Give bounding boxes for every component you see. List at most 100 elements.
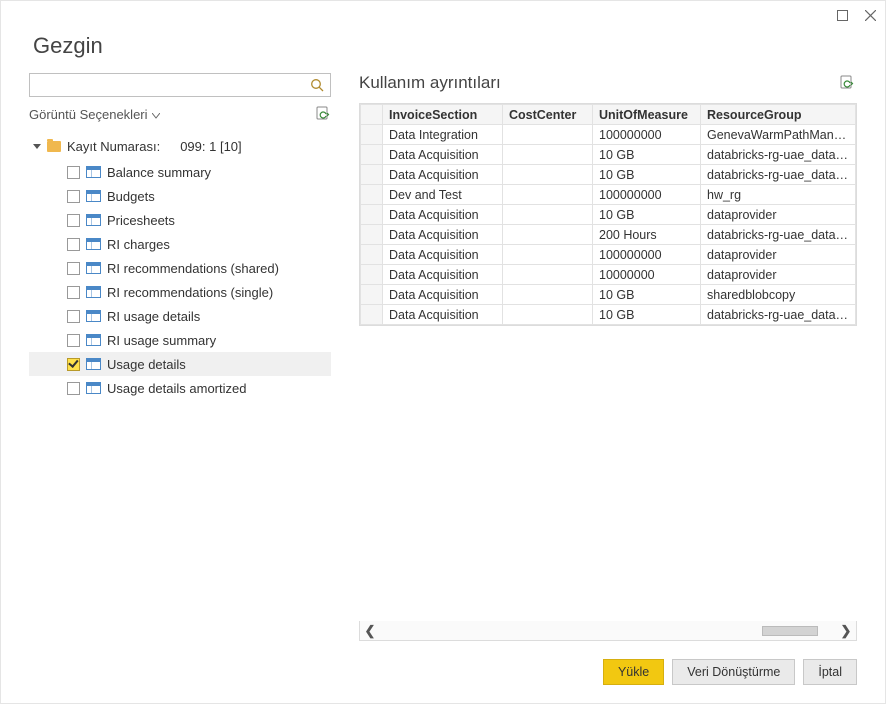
load-button[interactable]: Yükle bbox=[603, 659, 664, 685]
horizontal-scrollbar[interactable]: ❮ ❯ bbox=[359, 621, 857, 641]
table-cell: 100000000 bbox=[593, 185, 701, 205]
table-row[interactable]: Data Acquisition10 GBdatabricks-rg-uae_d… bbox=[361, 165, 856, 185]
column-header[interactable]: ResourceGroup bbox=[701, 105, 856, 125]
row-header-cell bbox=[361, 285, 383, 305]
table-cell: Data Acquisition bbox=[383, 305, 503, 325]
table-cell: 10 GB bbox=[593, 145, 701, 165]
table-cell bbox=[503, 185, 593, 205]
tree-item[interactable]: RI charges bbox=[29, 232, 331, 256]
chevron-down-icon bbox=[152, 107, 160, 122]
search-input[interactable] bbox=[36, 75, 310, 95]
table-icon bbox=[86, 238, 101, 250]
tree-item[interactable]: Usage details amortized bbox=[29, 376, 331, 400]
tree-caret-icon[interactable] bbox=[33, 144, 41, 149]
refresh-icon[interactable] bbox=[315, 105, 331, 124]
column-header[interactable]: InvoiceSection bbox=[383, 105, 503, 125]
maximize-icon[interactable] bbox=[835, 8, 849, 22]
checkbox[interactable] bbox=[67, 310, 80, 323]
checkbox[interactable] bbox=[67, 382, 80, 395]
tree-item[interactable]: Budgets bbox=[29, 184, 331, 208]
data-table-wrap: InvoiceSectionCostCenterUnitOfMeasureRes… bbox=[359, 103, 857, 326]
checkbox[interactable] bbox=[67, 214, 80, 227]
display-options-dropdown[interactable]: Görüntü Seçenekleri bbox=[29, 107, 160, 122]
table-row[interactable]: Data Acquisition10 GBsharedblobcopy bbox=[361, 285, 856, 305]
table-cell bbox=[503, 245, 593, 265]
table-cell: Data Acquisition bbox=[383, 265, 503, 285]
tree-item[interactable]: RI recommendations (shared) bbox=[29, 256, 331, 280]
tree-item-label: Usage details bbox=[107, 357, 186, 372]
tree-root-label: Kayıt Numarası: bbox=[67, 139, 160, 154]
table-cell bbox=[503, 285, 593, 305]
table-cell: 10 GB bbox=[593, 305, 701, 325]
column-header[interactable]: CostCenter bbox=[503, 105, 593, 125]
checkbox[interactable] bbox=[67, 262, 80, 275]
table-cell: 10 GB bbox=[593, 285, 701, 305]
transform-button[interactable]: Veri Dönüştürme bbox=[672, 659, 795, 685]
column-header[interactable]: UnitOfMeasure bbox=[593, 105, 701, 125]
cancel-button[interactable]: İptal bbox=[803, 659, 857, 685]
search-row bbox=[29, 73, 331, 97]
table-cell: 100000000 bbox=[593, 125, 701, 145]
checkbox[interactable] bbox=[67, 166, 80, 179]
table-cell: dataprovider bbox=[701, 245, 856, 265]
tree-item-label: RI charges bbox=[107, 237, 170, 252]
search-icon[interactable] bbox=[310, 78, 324, 92]
table-row[interactable]: Data Acquisition200 Hoursdatabricks-rg-u… bbox=[361, 225, 856, 245]
table-cell: Data Acquisition bbox=[383, 225, 503, 245]
checkbox[interactable] bbox=[67, 358, 80, 371]
tree-item-label: RI usage details bbox=[107, 309, 200, 324]
table-cell: databricks-rg-uae_databricks- bbox=[701, 165, 856, 185]
table-cell: 10 GB bbox=[593, 165, 701, 185]
tree-item[interactable]: Balance summary bbox=[29, 160, 331, 184]
row-header-cell bbox=[361, 205, 383, 225]
table-icon bbox=[86, 358, 101, 370]
preview-empty-area bbox=[359, 326, 857, 621]
table-row[interactable]: Data Acquisition10000000dataprovider bbox=[361, 265, 856, 285]
tree-item[interactable]: Usage details bbox=[29, 352, 331, 376]
content-area: Görüntü Seçenekleri Kayıt Numarası: 099:… bbox=[1, 73, 885, 641]
table-row[interactable]: Data Acquisition 10 GBdatabricks-rg-uae_d… bbox=[361, 305, 856, 325]
checkbox[interactable] bbox=[67, 238, 80, 251]
scroll-left-icon[interactable]: ❮ bbox=[360, 621, 380, 640]
table-cell: databricks-rg-uae_databricks- bbox=[701, 305, 856, 325]
table-corner-cell bbox=[361, 105, 383, 125]
table-cell: 200 Hours bbox=[593, 225, 701, 245]
table-cell: 10000000 bbox=[593, 265, 701, 285]
table-cell bbox=[503, 145, 593, 165]
tree-root[interactable]: Kayıt Numarası: 099: 1 [10] bbox=[29, 134, 331, 158]
scroll-track[interactable] bbox=[380, 625, 836, 637]
table-row[interactable]: Dev and Test 100000000hw_rg bbox=[361, 185, 856, 205]
table-row[interactable]: Data Acquisition10 GBdatabricks-rg-uae_d… bbox=[361, 145, 856, 165]
table-cell: Dev and Test bbox=[383, 185, 503, 205]
tree-item-label: Pricesheets bbox=[107, 213, 175, 228]
scroll-right-icon[interactable]: ❯ bbox=[836, 621, 856, 640]
tree-item[interactable]: RI usage summary bbox=[29, 328, 331, 352]
table-icon bbox=[86, 166, 101, 178]
table-cell: hw_rg bbox=[701, 185, 856, 205]
checkbox[interactable] bbox=[67, 286, 80, 299]
preview-header: Kullanım ayrıntıları bbox=[359, 73, 857, 93]
tree-item[interactable]: RI recommendations (single) bbox=[29, 280, 331, 304]
table-cell: Data Acquisition bbox=[383, 145, 503, 165]
scroll-thumb[interactable] bbox=[762, 626, 818, 636]
row-header-cell bbox=[361, 245, 383, 265]
table-icon bbox=[86, 214, 101, 226]
tree-item[interactable]: Pricesheets bbox=[29, 208, 331, 232]
tree-item-label: Usage details amortized bbox=[107, 381, 246, 396]
search-box[interactable] bbox=[29, 73, 331, 97]
close-icon[interactable] bbox=[863, 8, 877, 22]
table-icon bbox=[86, 262, 101, 274]
tree-item[interactable]: RI usage details bbox=[29, 304, 331, 328]
table-row[interactable]: Data Acquisition100000000dataprovider bbox=[361, 245, 856, 265]
table-cell bbox=[503, 125, 593, 145]
checkbox[interactable] bbox=[67, 334, 80, 347]
table-row[interactable]: Data Acquisition10 GBdataprovider bbox=[361, 205, 856, 225]
row-header-cell bbox=[361, 165, 383, 185]
footer: Yükle Veri Dönüştürme İptal bbox=[1, 641, 885, 703]
checkbox[interactable] bbox=[67, 190, 80, 203]
table-cell: GenevaWarmPathManageRG bbox=[701, 125, 856, 145]
table-cell: Data Integration bbox=[383, 125, 503, 145]
preview-refresh-icon[interactable] bbox=[839, 74, 855, 93]
table-cell: Data Acquisition bbox=[383, 205, 503, 225]
table-row[interactable]: Data Integration 100000000GenevaWarmPathM… bbox=[361, 125, 856, 145]
